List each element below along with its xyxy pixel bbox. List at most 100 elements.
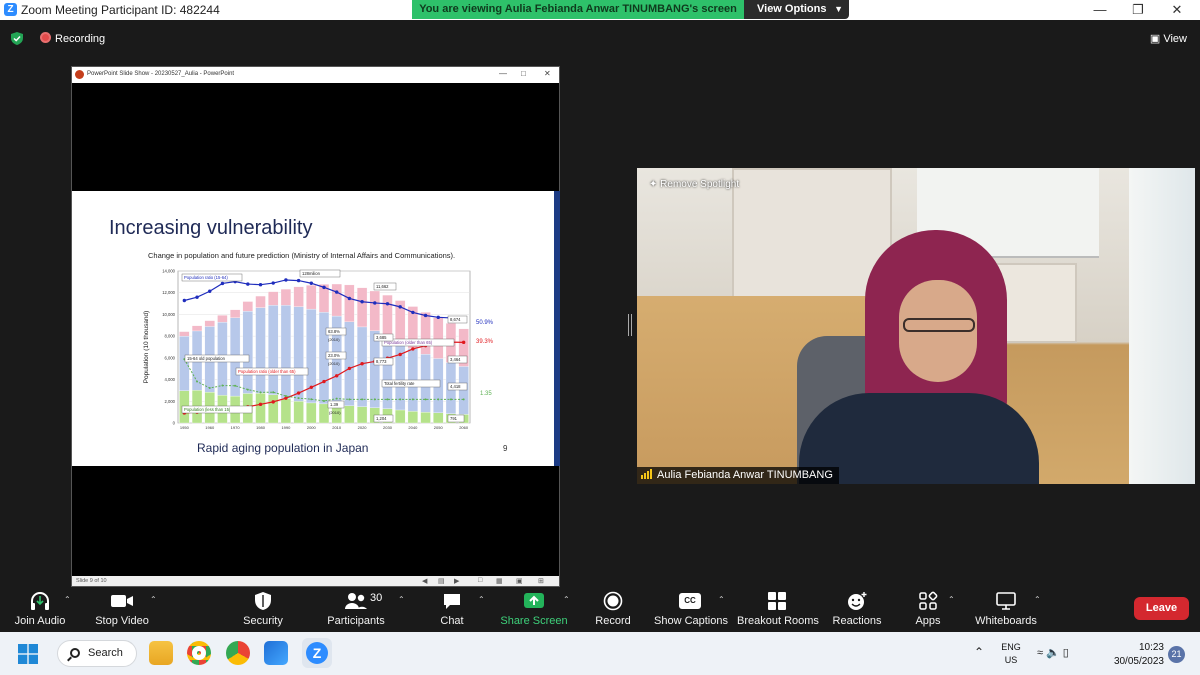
powerpoint-icon: [75, 70, 84, 79]
value-8674: 8,674: [450, 317, 461, 322]
ratio-15-64-line-point: [258, 282, 263, 287]
x-tick-label: 1950: [180, 425, 190, 430]
notification-count-badge[interactable]: 21: [1168, 646, 1185, 663]
bar-under15: [306, 402, 317, 424]
reactions-smiley-icon: [848, 592, 867, 610]
stop-video-label: Stop Video: [95, 615, 149, 627]
bar-under15: [356, 406, 368, 424]
taskbar-clock[interactable]: 10:23 30/05/2023: [1102, 641, 1164, 669]
encryption-shield-icon[interactable]: [11, 32, 23, 45]
reading-view-icon[interactable]: ▣: [516, 577, 523, 585]
audio-options-caret-icon[interactable]: ⌃: [64, 595, 71, 604]
x-tick-label: 2050: [434, 425, 444, 430]
title-bar: Z Zoom Meeting Participant ID: 482244 Yo…: [0, 0, 1200, 20]
ratio-15-64-line-point: [296, 278, 301, 283]
tray-overflow-chevron-icon[interactable]: ⌃: [974, 645, 984, 659]
bar-15-64: [280, 305, 292, 399]
chevron-down-icon: ▼: [834, 4, 843, 14]
view-button[interactable]: ▣ View: [1150, 32, 1187, 45]
viewing-screen-banner: You are viewing Aulia Febianda Anwar TIN…: [412, 0, 744, 19]
chrome-profile-icon[interactable]: [226, 641, 250, 665]
ratio-15-64-line-point: [309, 281, 314, 285]
meeting-status-bar: Recording ▣ View: [0, 20, 1200, 56]
pp-close-icon: ✕: [544, 69, 551, 78]
shared-screen[interactable]: PowerPoint Slide Show - 20230527_Aulia -…: [71, 66, 560, 587]
region-code: US: [1004, 655, 1018, 665]
x-tick-label: 2010: [332, 425, 342, 430]
ratio-15-64-line-point: [182, 298, 187, 303]
population-chart: 14,000 12,000 10,000 8,000 6,000 4,000 2,000 0 P…: [143, 269, 494, 431]
slideshow-view-icon[interactable]: ⊞: [538, 577, 544, 585]
ratio-over65-line-point: [309, 385, 314, 389]
zoom-taskbar-app[interactable]: Z: [302, 638, 332, 668]
breakout-rooms-icon: [768, 592, 786, 610]
participants-caret-icon[interactable]: ⌃: [398, 595, 405, 604]
ratio-over65-line-point: [461, 340, 466, 345]
chat-button[interactable]: Chat: [432, 591, 472, 631]
reactions-button[interactable]: Reactions: [832, 591, 882, 631]
windows-start-icon[interactable]: [18, 644, 38, 664]
chrome-icon[interactable]: [187, 641, 211, 665]
bar-under15: [318, 403, 330, 424]
chat-caret-icon[interactable]: ⌃: [478, 595, 485, 604]
minimize-button[interactable]: —: [1080, 1, 1120, 19]
ratio-over65-line-point: [271, 400, 275, 404]
photos-app-icon[interactable]: [264, 641, 288, 665]
view-options-button[interactable]: View Options ▼: [744, 0, 849, 19]
share-screen-button[interactable]: Share Screen: [500, 591, 568, 631]
apps-button[interactable]: Apps: [910, 591, 946, 631]
captions-caret-icon[interactable]: ⌃: [718, 595, 725, 604]
normal-view-icon[interactable]: □: [478, 577, 482, 584]
file-explorer-icon[interactable]: [149, 641, 173, 665]
bar-over65: [306, 285, 317, 310]
stop-video-button[interactable]: Stop Video: [91, 591, 153, 631]
recording-indicator[interactable]: Recording: [40, 32, 105, 45]
clock-time: 10:23: [1138, 642, 1164, 653]
ratio-over65-line-point: [398, 352, 402, 357]
remove-spotlight-button[interactable]: ✦ Remove Spotlight: [649, 179, 739, 190]
window-title: Zoom Meeting Participant ID: 482244: [21, 3, 220, 17]
security-button[interactable]: Security: [238, 591, 288, 631]
prev-slide-icon[interactable]: ◀: [422, 577, 427, 585]
leave-button[interactable]: Leave: [1134, 597, 1189, 620]
apps-caret-icon[interactable]: ⌃: [948, 595, 955, 604]
breakout-rooms-label: Breakout Rooms: [737, 615, 819, 627]
close-window-button[interactable]: ✕: [1157, 1, 1197, 19]
fertility-rate-point: [335, 397, 338, 400]
input-language-indicator[interactable]: ENG US: [1000, 641, 1022, 667]
system-tray-icons[interactable]: ≈🔈▯: [1037, 646, 1072, 659]
whiteboards-button[interactable]: Whiteboards: [972, 591, 1040, 631]
bar-over65: [433, 317, 444, 359]
bar-under15: [293, 401, 304, 424]
join-audio-button[interactable]: Join Audio: [10, 591, 70, 631]
restore-button[interactable]: ❐: [1118, 1, 1158, 19]
x-tick-label: 1970: [231, 425, 241, 430]
ratio-15-64-line-point: [373, 301, 377, 305]
video-options-caret-icon[interactable]: ⌃: [150, 595, 157, 604]
slide-sorter-icon[interactable]: ▦: [496, 577, 503, 585]
record-button[interactable]: Record: [590, 591, 636, 631]
x-tick-label: 2060: [459, 425, 469, 430]
participants-icon: [345, 593, 367, 609]
bar-over65: [369, 290, 380, 331]
next-slide-icon[interactable]: ▶: [454, 577, 459, 585]
bar-over65: [217, 315, 228, 323]
fertility-rate-point: [259, 391, 262, 394]
value-63-8: 63.8%: [328, 329, 340, 334]
apps-label: Apps: [915, 615, 941, 627]
participant-video-tile[interactable]: ✦ Remove Spotlight Aulia Febianda Anwar …: [637, 168, 1195, 484]
whiteboards-caret-icon[interactable]: ⌃: [1034, 595, 1041, 604]
taskbar-search-box[interactable]: Search: [57, 640, 137, 667]
breakout-rooms-button[interactable]: Breakout Rooms: [737, 591, 819, 631]
slide-menu-icon[interactable]: ▤: [438, 577, 445, 585]
panel-splitter-handle[interactable]: [628, 314, 632, 336]
grid-view-icon: ▣: [1149, 33, 1164, 45]
show-captions-button[interactable]: CC Show Captions: [654, 591, 728, 631]
bar-under15: [395, 409, 406, 424]
zoom-app-icon: Z: [4, 3, 17, 16]
participants-label: Participants: [327, 615, 385, 627]
share-caret-icon[interactable]: ⌃: [563, 595, 570, 604]
bar-under15: [407, 411, 418, 424]
slide-accent-bar: [554, 191, 560, 466]
pp-minimize-icon: —: [499, 69, 507, 78]
